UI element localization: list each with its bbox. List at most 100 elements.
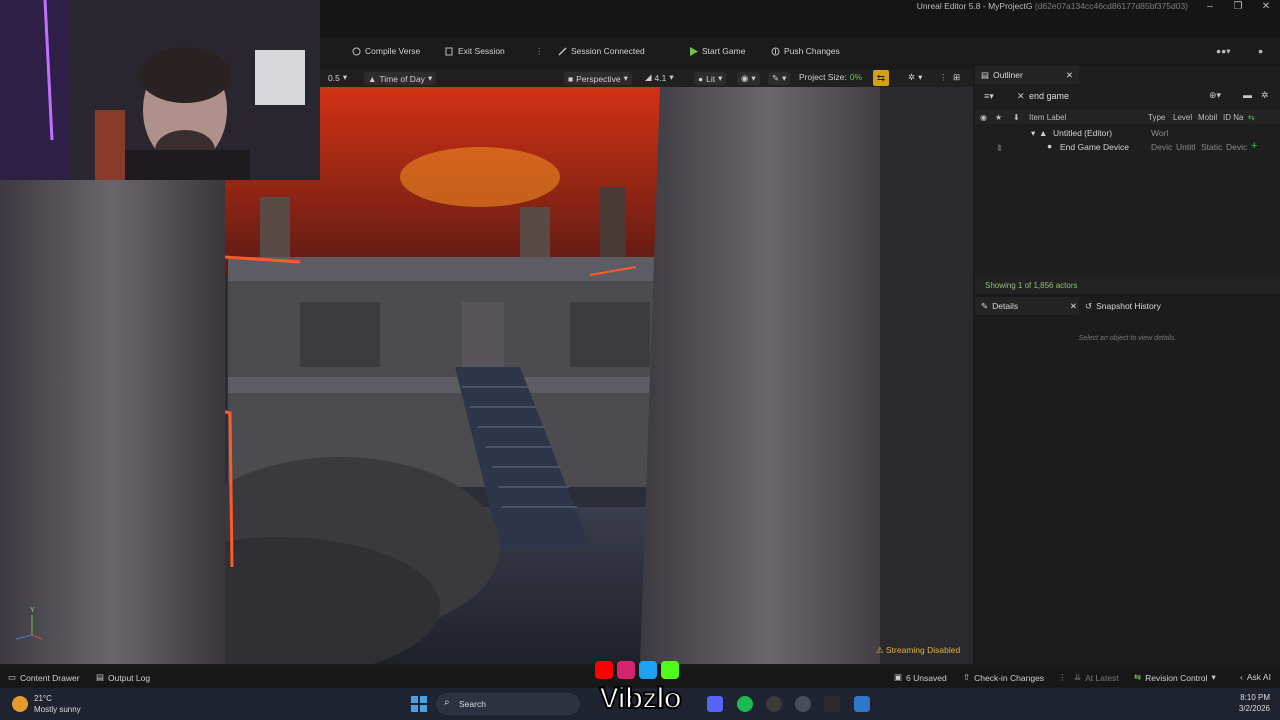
speed-dropdown[interactable]: 0.5 ▾ (328, 72, 347, 83)
layout-icon[interactable]: ⊞ (953, 72, 960, 83)
clock-time: 8:10 PM (1240, 693, 1270, 702)
log-icon: ▤ (96, 672, 105, 682)
axis-gizmo: Y (8, 607, 44, 643)
details-empty-message: Select an object to view details. (1078, 335, 1177, 342)
clock-date: 3/2/2026 (1238, 704, 1270, 713)
ask-ai-button[interactable]: ‹ Ask AI (1240, 672, 1271, 682)
world-icon: ▲ (1039, 128, 1048, 138)
lit-label: Lit (706, 73, 716, 84)
favorite-column-icon[interactable]: ★ (995, 113, 1002, 122)
details-tab-label: Details (992, 301, 1019, 311)
tab-details[interactable]: ✎ Details ✕ (975, 297, 1083, 315)
outliner-tab-label: Outliner (993, 70, 1023, 80)
compile-verse-button[interactable]: Compile Verse (352, 44, 420, 58)
chevron-down-icon: ▾ (1211, 672, 1216, 682)
taskbar-search[interactable]: ⌕ Search (436, 693, 580, 715)
close-icon[interactable]: ✕ (1066, 70, 1073, 81)
users-icon[interactable]: ●●▾ (1216, 44, 1231, 58)
exit-session-button[interactable]: Exit Session (445, 44, 505, 58)
content-drawer-button[interactable]: ▭ Content Drawer (8, 672, 80, 683)
eye-icon: ◉ (741, 73, 749, 83)
viewport-options-icon[interactable]: ⋮ (939, 72, 948, 83)
profile-icon[interactable]: ● (1258, 44, 1263, 58)
weather-widget[interactable]: 21°C Mostly sunny (12, 693, 92, 717)
add-icon[interactable]: + (1251, 140, 1257, 152)
row-type: Devic (1151, 142, 1173, 152)
clock[interactable]: 8:10 PM 3/2/2026 (1226, 693, 1270, 713)
restore-button[interactable]: ❐ (1224, 0, 1252, 14)
tab-outliner[interactable]: ▤ Outliner ✕ (975, 66, 1079, 84)
save-icon: ▣ (894, 672, 903, 682)
spotify-icon[interactable] (737, 696, 753, 712)
tree-row-world[interactable]: ▾ ▲ Untitled (Editor) Worl (975, 127, 1280, 141)
filter-icon[interactable]: ≡▾ (984, 91, 994, 102)
column-level[interactable]: Level (1173, 113, 1192, 122)
pin-column-icon[interactable]: ⬇ (1013, 113, 1020, 122)
expand-arrow-icon[interactable]: ▾ (1031, 128, 1035, 139)
push-icon (771, 47, 780, 56)
time-of-day-dropdown[interactable]: ▲ Time of Day ▾ (364, 72, 437, 85)
unsaved-button[interactable]: ▣ 6 Unsaved (894, 672, 947, 683)
lit-dropdown[interactable]: ● Lit ▾ (694, 72, 727, 85)
add-column-icon[interactable]: ⇆ (1248, 113, 1255, 122)
project-size-value: 0% (849, 72, 863, 82)
fortnite-icon[interactable] (854, 696, 870, 712)
perspective-dropdown[interactable]: ■ Perspective ▾ (564, 72, 632, 85)
brush-icon: ✎ (772, 73, 780, 83)
grid-snap-icon[interactable]: ⇆ (873, 70, 889, 86)
tree-row-end-game-device[interactable]: ▮ ● End Game Device Devic Untitl Static … (975, 140, 1280, 155)
row-label: Untitled (Editor) (1053, 128, 1113, 138)
settings-icon[interactable]: ✲ (1261, 90, 1269, 101)
row-level: Untitl (1176, 142, 1196, 152)
viewport-toolbar: 0.5 ▾ ▲ Time of Day ▾ ■ Perspective ▾ ◢ 4.1… (320, 69, 973, 87)
folder-icon[interactable]: ▬ (1243, 90, 1252, 100)
actor-count: Showing 1 of 1,856 actors (985, 281, 1078, 290)
row-id-name: Devic (1226, 142, 1248, 152)
visibility-toggle-icon[interactable]: ▮ (997, 142, 1002, 153)
column-id-name[interactable]: ID Na (1223, 113, 1243, 122)
upload-icon: ⇧ (963, 672, 971, 682)
outliner-search-input[interactable]: end game (1029, 91, 1069, 101)
close-window-button[interactable]: ✕ (1252, 0, 1280, 14)
revision-control-dropdown[interactable]: ⇆ Revision Control ▾ (1134, 672, 1216, 683)
close-icon[interactable]: ✕ (1070, 301, 1077, 312)
show-dropdown[interactable]: ◉ ▾ (737, 72, 760, 85)
chrome-icon[interactable] (766, 696, 782, 712)
camera-icon: ■ (568, 73, 574, 84)
epic-games-icon[interactable] (824, 696, 840, 712)
chevron-left-icon: ‹ (1240, 672, 1243, 682)
column-type[interactable]: Type (1148, 113, 1165, 122)
checkin-label: Check-in Changes (974, 672, 1045, 683)
chevron-down-icon: ▾ (427, 73, 433, 83)
minimize-button[interactable]: – (1196, 0, 1224, 14)
camera-speed-dropdown[interactable]: ◢ 4.1 ▾ (645, 72, 674, 83)
tools-dropdown[interactable]: ✎ ▾ (768, 72, 791, 85)
column-item-label[interactable]: Item Label (1029, 113, 1066, 122)
more-options-icon[interactable]: ⋮ (535, 44, 544, 58)
start-button[interactable] (411, 696, 427, 712)
snapshot-tab-label: Snapshot History (1096, 301, 1161, 311)
status-options-icon[interactable]: ⋮ (1058, 672, 1067, 683)
output-log-button[interactable]: ▤ Output Log (96, 672, 150, 683)
column-mobility[interactable]: Mobil (1198, 113, 1217, 122)
row-label: End Game Device (1060, 142, 1129, 152)
push-changes-button[interactable]: Push Changes (771, 44, 840, 58)
window-title-text: Unreal Editor 5.8 - MyProjectG (916, 1, 1033, 11)
clear-search-icon[interactable]: ✕ (1017, 91, 1025, 102)
unreal-icon[interactable] (795, 696, 811, 712)
content-drawer-label: Content Drawer (20, 672, 80, 683)
chevron-down-icon: ▾ (718, 73, 723, 83)
discord-icon[interactable] (707, 696, 723, 712)
window-title-hash: (d62e07a134cc46cd86177d85bf375d03) (1034, 1, 1188, 11)
tab-snapshot-history[interactable]: ↺ Snapshot History (1079, 297, 1167, 315)
warning-icon: ⚠ (876, 645, 884, 655)
settings-dropdown[interactable]: ✲ ▾ (908, 72, 922, 83)
project-size-indicator: Project Size: 0% (799, 72, 862, 82)
add-filter-icon[interactable]: ⊕▾ (1209, 90, 1221, 101)
start-game-button[interactable]: Start Game (689, 44, 745, 58)
visibility-column-icon[interactable]: ◉ (980, 113, 987, 122)
outliner-search-row: ≡▾ ✕ end game ⊕▾ ▬ ✲ (981, 90, 1273, 104)
session-connected-status[interactable]: Session Connected (558, 44, 645, 58)
checkin-button[interactable]: ⇧ Check-in Changes (963, 672, 1044, 683)
instagram-icon (617, 661, 635, 679)
